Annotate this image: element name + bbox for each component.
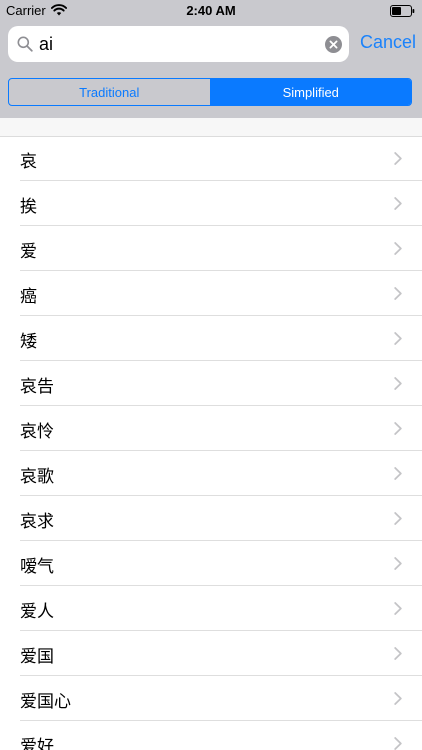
list-item[interactable]: 哀	[0, 136, 422, 181]
chevron-right-icon	[394, 242, 402, 255]
list-item-label: 爱好	[20, 737, 54, 750]
search-field[interactable]	[8, 26, 349, 62]
clear-icon[interactable]	[325, 36, 342, 53]
chevron-right-icon	[394, 692, 402, 705]
results-list-area: 哀挨爱癌矮哀告哀怜哀歌哀求嗳气爱人爱国爱国心爱好	[0, 118, 422, 750]
list-item-label: 矮	[20, 332, 37, 352]
chevron-right-icon	[394, 332, 402, 345]
search-input[interactable]	[39, 29, 319, 59]
chevron-right-icon	[394, 197, 402, 210]
list-item-label: 哀求	[20, 512, 54, 532]
chevron-right-icon	[394, 377, 402, 390]
list-item-label: 哀告	[20, 377, 54, 397]
chevron-right-icon	[394, 557, 402, 570]
chevron-right-icon	[394, 287, 402, 300]
segment-traditional[interactable]: Traditional	[9, 79, 211, 105]
list-item[interactable]: 爱好	[0, 721, 422, 750]
chevron-right-icon	[394, 152, 402, 165]
list-item-label: 哀歌	[20, 467, 54, 487]
chevron-right-icon	[394, 422, 402, 435]
list-item[interactable]: 挨	[0, 181, 422, 226]
segment-simplified[interactable]: Simplified	[210, 79, 411, 105]
list-item[interactable]: 爱国	[0, 631, 422, 676]
list-item-label: 爱国	[20, 647, 54, 667]
list-item[interactable]: 嗳气	[0, 541, 422, 586]
chevron-right-icon	[394, 647, 402, 660]
cancel-button[interactable]: Cancel	[360, 32, 416, 53]
chevron-right-icon	[394, 512, 402, 525]
list-item[interactable]: 爱人	[0, 586, 422, 631]
list-item[interactable]: 矮	[0, 316, 422, 361]
chevron-right-icon	[394, 602, 402, 615]
list-item-label: 爱人	[20, 602, 54, 622]
list-item[interactable]: 哀告	[0, 361, 422, 406]
list-item-label: 嗳气	[20, 557, 54, 577]
status-bar: Carrier 2:40 AM	[0, 0, 422, 22]
list-item[interactable]: 哀歌	[0, 451, 422, 496]
list-item[interactable]: 爱	[0, 226, 422, 271]
list-item-label: 爱	[20, 242, 37, 262]
battery-icon	[390, 5, 415, 17]
status-time: 2:40 AM	[186, 3, 236, 18]
list-item[interactable]: 爱国心	[0, 676, 422, 721]
list-item-label: 哀怜	[20, 422, 54, 442]
list-item[interactable]: 癌	[0, 271, 422, 316]
list-item-label: 癌	[20, 287, 37, 307]
list-item-label: 哀	[20, 152, 37, 172]
list-item-label: 挨	[20, 197, 37, 217]
results-list: 哀挨爱癌矮哀告哀怜哀歌哀求嗳气爱人爱国爱国心爱好	[0, 136, 422, 750]
search-icon	[17, 36, 33, 52]
search-bar: Cancel Traditional Simplified	[0, 22, 422, 118]
script-segmented-control: Traditional Simplified	[8, 78, 412, 106]
list-item[interactable]: 哀求	[0, 496, 422, 541]
list-item-label: 爱国心	[20, 692, 71, 712]
list-item[interactable]: 哀怜	[0, 406, 422, 451]
chevron-right-icon	[394, 737, 402, 750]
chevron-right-icon	[394, 467, 402, 480]
